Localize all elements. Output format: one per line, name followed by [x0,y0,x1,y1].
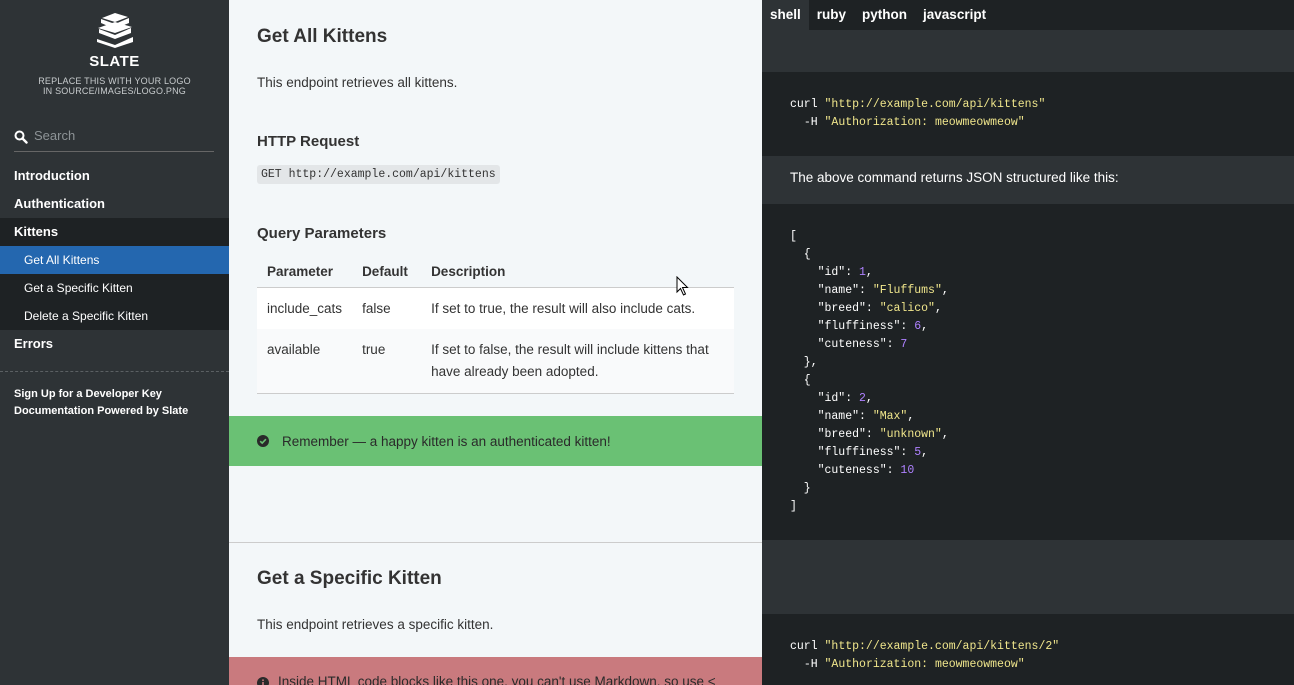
logo-subtitle-line-1: REPLACE THIS WITH YOUR LOGO [38,76,191,86]
table-header-row: Parameter Default Description [257,256,734,288]
code-token: "Max" [872,410,908,423]
code-token: 6 [914,320,922,333]
warning-notice: Inside HTML code blocks like this one, y… [229,657,762,685]
heading-get-specific-kitten: Get a Specific Kitten [257,568,442,589]
info-circle-icon [257,677,269,685]
table-header-default: Default [352,256,422,288]
table-cell-parameter: available [257,329,353,394]
code-token: 2 [859,392,866,405]
code-block-json-response: [ { "id": 1, "name": "Fluffums", "breed"… [762,204,1294,540]
sidebar: SLATE REPLACE THIS WITH YOUR LOGO IN SOU… [0,0,229,685]
logo[interactable]: SLATE REPLACE THIS WITH YOUR LOGO IN SOU… [0,12,229,96]
logo-subtitle: REPLACE THIS WITH YOUR LOGO IN SOURCE/IM… [0,76,229,96]
code-token: "http://example.com/api/kittens" [824,98,1046,111]
tab-shell[interactable]: shell [762,0,809,30]
query-parameters-table: Parameter Default Description include_ca… [257,256,734,394]
code-token: -H [803,116,818,129]
table-header-parameter: Parameter [257,256,353,288]
get-all-description: This endpoint retrieves all kittens. [257,75,458,90]
powered-by-link[interactable]: Documentation Powered by Slate [14,403,188,420]
code-token: curl [790,98,818,111]
code-block-curl-specific: curl "http://example.com/api/kittens/2" … [762,614,1294,685]
success-notice: Remember — a happy kitten is an authenti… [229,416,762,466]
code-token: 5 [914,446,922,459]
code-token: [ [790,230,797,243]
language-tabs: shell ruby python javascript [762,0,1294,30]
search-icon [14,130,28,144]
toc-item-introduction[interactable]: Introduction [0,162,229,190]
books-logo-icon [96,13,133,48]
table-row: available true If set to false, the resu… [257,329,734,394]
main-content: Get All Kittens This endpoint retrieves … [229,0,762,685]
heading-query-parameters: Query Parameters [257,225,387,242]
table-cell-parameter: include_cats [257,287,353,329]
http-request-code: GET http://example.com/api/kittens [257,165,500,184]
heading-http-request: HTTP Request [257,133,360,150]
search-box [14,128,214,152]
logo-subtitle-line-2: IN SOURCE/IMAGES/LOGO.PNG [42,86,187,96]
code-token: "calico" [879,302,935,315]
code-caption: The above command returns JSON structure… [790,170,1119,185]
success-notice-text: Remember — a happy kitten is an authenti… [282,433,611,449]
toc-subitem-get-specific-kitten[interactable]: Get a Specific Kitten [0,274,229,302]
toc-item-errors[interactable]: Errors [0,330,229,358]
code-token: "Fluffums" [872,284,942,297]
tab-ruby[interactable]: ruby [809,0,854,30]
toc-kittens-subsection: Get All Kittens Get a Specific Kitten De… [0,246,229,330]
table-row: include_cats false If set to true, the r… [257,287,734,329]
code-panel: shell ruby python javascript curl "http:… [762,0,1294,685]
heading-get-all-kittens: Get All Kittens [257,26,388,47]
code-token: curl [790,640,818,653]
tab-python[interactable]: python [854,0,915,30]
toc-item-kittens[interactable]: Kittens [0,218,229,246]
code-token: "unknown" [879,428,942,441]
toc-divider [0,371,229,372]
table-cell-default: true [352,329,422,394]
code-token: 7 [900,338,908,351]
warning-notice-text: Inside HTML code blocks like this one, y… [278,674,716,685]
code-token: 1 [859,266,866,279]
code-token: 10 [900,464,915,477]
toc-footer: Sign Up for a Developer Key Documentatio… [14,386,188,420]
table-cell-default: false [352,287,422,329]
mouse-cursor-icon [676,276,689,296]
signup-link[interactable]: Sign Up for a Developer Key [14,386,188,403]
toc-subitem-get-all-kittens[interactable]: Get All Kittens [0,246,229,274]
code-token: ] [790,500,797,513]
table-cell-description: If set to false, the result will include… [421,329,734,394]
table-of-contents: Introduction Authentication Kittens Get … [0,162,229,358]
search-input[interactable] [34,128,214,143]
section-divider [229,542,762,543]
toc-item-authentication[interactable]: Authentication [0,190,229,218]
code-token: "Authorization: meowmeowmeow" [824,116,1025,129]
code-block-curl-all: curl "http://example.com/api/kittens" -H… [762,72,1294,156]
toc-subitem-delete-specific-kitten[interactable]: Delete a Specific Kitten [0,302,229,330]
code-token: "Authorization: meowmeowmeow" [824,658,1025,671]
code-token: -H [803,658,818,671]
code-token: "http://example.com/api/kittens/2" [824,640,1060,653]
tab-javascript[interactable]: javascript [915,0,994,30]
logo-title: SLATE [89,53,140,70]
check-circle-icon [257,435,269,447]
get-specific-description: This endpoint retrieves a specific kitte… [257,617,494,632]
